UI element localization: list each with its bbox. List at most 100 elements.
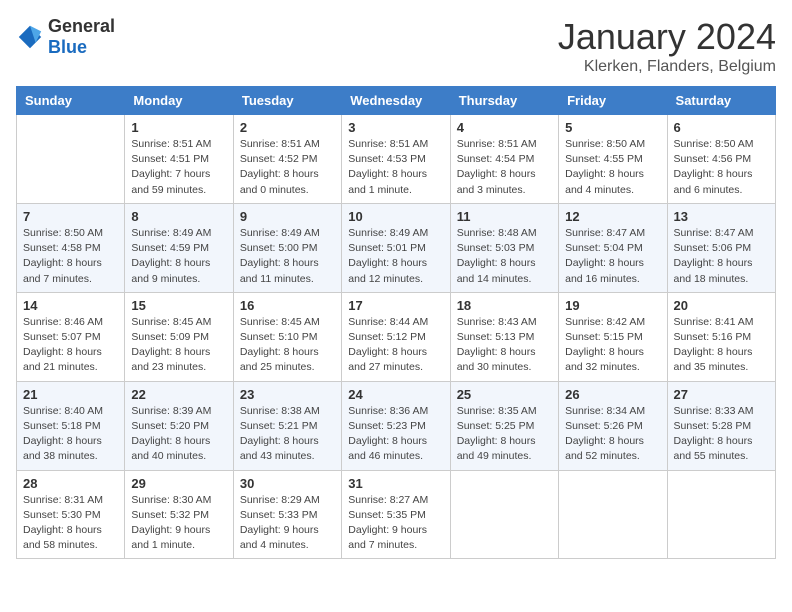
weekday-header: Monday bbox=[125, 87, 233, 115]
calendar-week-row: 21Sunrise: 8:40 AMSunset: 5:18 PMDayligh… bbox=[17, 381, 776, 470]
day-info: Sunrise: 8:51 AMSunset: 4:51 PMDaylight:… bbox=[131, 137, 226, 198]
logo-icon bbox=[16, 23, 44, 51]
day-info: Sunrise: 8:39 AMSunset: 5:20 PMDaylight:… bbox=[131, 404, 226, 465]
calendar-cell: 19 Sunrise: 8:42 AMSunset: 5:15 PMDayligh… bbox=[559, 292, 667, 381]
day-number: 19 bbox=[565, 298, 660, 313]
day-info: Sunrise: 8:47 AMSunset: 5:06 PMDaylight:… bbox=[674, 226, 769, 287]
calendar-cell: 4Sunrise: 8:51 AMSunset: 4:54 PMDaylight… bbox=[450, 115, 558, 204]
calendar-cell: 5 Sunrise: 8:50 AMSunset: 4:55 PMDaylight… bbox=[559, 115, 667, 204]
day-info: Sunrise: 8:34 AMSunset: 5:26 PMDaylight:… bbox=[565, 404, 660, 465]
calendar-cell: 26 Sunrise: 8:34 AMSunset: 5:26 PMDayligh… bbox=[559, 381, 667, 470]
day-info: Sunrise: 8:49 AMSunset: 5:01 PMDaylight:… bbox=[348, 226, 443, 287]
page-header: General Blue January 2024 Klerken, Fland… bbox=[16, 16, 776, 76]
day-number: 14 bbox=[23, 298, 118, 313]
day-info: Sunrise: 8:46 AMSunset: 5:07 PMDaylight:… bbox=[23, 315, 118, 376]
calendar-cell: 30 Sunrise: 8:29 AMSunset: 5:33 PMDayligh… bbox=[233, 470, 341, 559]
day-number: 15 bbox=[131, 298, 226, 313]
logo-blue: Blue bbox=[48, 37, 87, 57]
calendar-cell: 13Sunrise: 8:47 AMSunset: 5:06 PMDayligh… bbox=[667, 203, 775, 292]
logo: General Blue bbox=[16, 16, 115, 58]
day-number: 9 bbox=[240, 209, 335, 224]
calendar-cell: 25Sunrise: 8:35 AMSunset: 5:25 PMDayligh… bbox=[450, 381, 558, 470]
day-info: Sunrise: 8:51 AMSunset: 4:53 PMDaylight:… bbox=[348, 137, 443, 198]
day-number: 4 bbox=[457, 120, 552, 135]
day-info: Sunrise: 8:36 AMSunset: 5:23 PMDaylight:… bbox=[348, 404, 443, 465]
day-info: Sunrise: 8:42 AMSunset: 5:15 PMDaylight:… bbox=[565, 315, 660, 376]
day-info: Sunrise: 8:45 AMSunset: 5:10 PMDaylight:… bbox=[240, 315, 335, 376]
calendar-cell: 3 Sunrise: 8:51 AMSunset: 4:53 PMDaylight… bbox=[342, 115, 450, 204]
day-info: Sunrise: 8:41 AMSunset: 5:16 PMDaylight:… bbox=[674, 315, 769, 376]
calendar-cell: 1 Sunrise: 8:51 AMSunset: 4:51 PMDaylight… bbox=[125, 115, 233, 204]
calendar-cell: 14 Sunrise: 8:46 AMSunset: 5:07 PMDayligh… bbox=[17, 292, 125, 381]
day-number: 26 bbox=[565, 387, 660, 402]
day-info: Sunrise: 8:43 AMSunset: 5:13 PMDaylight:… bbox=[457, 315, 552, 376]
day-info: Sunrise: 8:45 AMSunset: 5:09 PMDaylight:… bbox=[131, 315, 226, 376]
day-number: 24 bbox=[348, 387, 443, 402]
weekday-header: Saturday bbox=[667, 87, 775, 115]
month-title: January 2024 bbox=[558, 16, 776, 58]
calendar-week-row: 28 Sunrise: 8:31 AMSunset: 5:30 PMDayligh… bbox=[17, 470, 776, 559]
day-number: 23 bbox=[240, 387, 335, 402]
calendar-cell: 9Sunrise: 8:49 AMSunset: 5:00 PMDaylight… bbox=[233, 203, 341, 292]
day-number: 25 bbox=[457, 387, 552, 402]
logo-general: General bbox=[48, 16, 115, 36]
weekday-header: Friday bbox=[559, 87, 667, 115]
calendar-cell: 2 Sunrise: 8:51 AMSunset: 4:52 PMDaylight… bbox=[233, 115, 341, 204]
day-info: Sunrise: 8:29 AMSunset: 5:33 PMDaylight:… bbox=[240, 493, 335, 554]
calendar-cell: 23 Sunrise: 8:38 AMSunset: 5:21 PMDayligh… bbox=[233, 381, 341, 470]
calendar-cell: 12 Sunrise: 8:47 AMSunset: 5:04 PMDayligh… bbox=[559, 203, 667, 292]
day-number: 18 bbox=[457, 298, 552, 313]
day-number: 28 bbox=[23, 476, 118, 491]
day-info: Sunrise: 8:33 AMSunset: 5:28 PMDaylight:… bbox=[674, 404, 769, 465]
calendar-cell: 10 Sunrise: 8:49 AMSunset: 5:01 PMDayligh… bbox=[342, 203, 450, 292]
day-info: Sunrise: 8:27 AMSunset: 5:35 PMDaylight:… bbox=[348, 493, 443, 554]
weekday-header: Wednesday bbox=[342, 87, 450, 115]
day-info: Sunrise: 8:30 AMSunset: 5:32 PMDaylight:… bbox=[131, 493, 226, 554]
title-block: January 2024 Klerken, Flanders, Belgium bbox=[558, 16, 776, 76]
day-info: Sunrise: 8:38 AMSunset: 5:21 PMDaylight:… bbox=[240, 404, 335, 465]
day-number: 1 bbox=[131, 120, 226, 135]
day-number: 7 bbox=[23, 209, 118, 224]
calendar-cell: 7 Sunrise: 8:50 AMSunset: 4:58 PMDaylight… bbox=[17, 203, 125, 292]
day-number: 2 bbox=[240, 120, 335, 135]
calendar-cell: 29 Sunrise: 8:30 AMSunset: 5:32 PMDayligh… bbox=[125, 470, 233, 559]
calendar-cell bbox=[450, 470, 558, 559]
day-number: 3 bbox=[348, 120, 443, 135]
calendar-week-row: 1 Sunrise: 8:51 AMSunset: 4:51 PMDaylight… bbox=[17, 115, 776, 204]
day-number: 16 bbox=[240, 298, 335, 313]
calendar-week-row: 14 Sunrise: 8:46 AMSunset: 5:07 PMDayligh… bbox=[17, 292, 776, 381]
day-number: 17 bbox=[348, 298, 443, 313]
day-info: Sunrise: 8:50 AMSunset: 4:56 PMDaylight:… bbox=[674, 137, 769, 198]
weekday-header: Thursday bbox=[450, 87, 558, 115]
weekday-header: Tuesday bbox=[233, 87, 341, 115]
day-number: 6 bbox=[674, 120, 769, 135]
calendar-table: SundayMondayTuesdayWednesdayThursdayFrid… bbox=[16, 86, 776, 559]
calendar-cell: 28 Sunrise: 8:31 AMSunset: 5:30 PMDayligh… bbox=[17, 470, 125, 559]
day-info: Sunrise: 8:50 AMSunset: 4:55 PMDaylight:… bbox=[565, 137, 660, 198]
day-info: Sunrise: 8:47 AMSunset: 5:04 PMDaylight:… bbox=[565, 226, 660, 287]
day-number: 11 bbox=[457, 209, 552, 224]
calendar-cell: 21Sunrise: 8:40 AMSunset: 5:18 PMDayligh… bbox=[17, 381, 125, 470]
calendar-cell: 8Sunrise: 8:49 AMSunset: 4:59 PMDaylight… bbox=[125, 203, 233, 292]
day-info: Sunrise: 8:48 AMSunset: 5:03 PMDaylight:… bbox=[457, 226, 552, 287]
calendar-cell bbox=[559, 470, 667, 559]
day-number: 29 bbox=[131, 476, 226, 491]
calendar-cell: 27Sunrise: 8:33 AMSunset: 5:28 PMDayligh… bbox=[667, 381, 775, 470]
calendar-cell: 20Sunrise: 8:41 AMSunset: 5:16 PMDayligh… bbox=[667, 292, 775, 381]
day-number: 30 bbox=[240, 476, 335, 491]
day-info: Sunrise: 8:50 AMSunset: 4:58 PMDaylight:… bbox=[23, 226, 118, 287]
calendar-week-row: 7 Sunrise: 8:50 AMSunset: 4:58 PMDaylight… bbox=[17, 203, 776, 292]
day-number: 22 bbox=[131, 387, 226, 402]
day-number: 10 bbox=[348, 209, 443, 224]
calendar-cell: 17Sunrise: 8:44 AMSunset: 5:12 PMDayligh… bbox=[342, 292, 450, 381]
calendar-cell: 31Sunrise: 8:27 AMSunset: 5:35 PMDayligh… bbox=[342, 470, 450, 559]
logo-text: General Blue bbox=[48, 16, 115, 58]
day-info: Sunrise: 8:51 AMSunset: 4:52 PMDaylight:… bbox=[240, 137, 335, 198]
day-number: 5 bbox=[565, 120, 660, 135]
day-info: Sunrise: 8:31 AMSunset: 5:30 PMDaylight:… bbox=[23, 493, 118, 554]
calendar-header-row: SundayMondayTuesdayWednesdayThursdayFrid… bbox=[17, 87, 776, 115]
day-number: 12 bbox=[565, 209, 660, 224]
calendar-cell bbox=[17, 115, 125, 204]
location-title: Klerken, Flanders, Belgium bbox=[558, 58, 776, 76]
calendar-cell: 15 Sunrise: 8:45 AMSunset: 5:09 PMDayligh… bbox=[125, 292, 233, 381]
